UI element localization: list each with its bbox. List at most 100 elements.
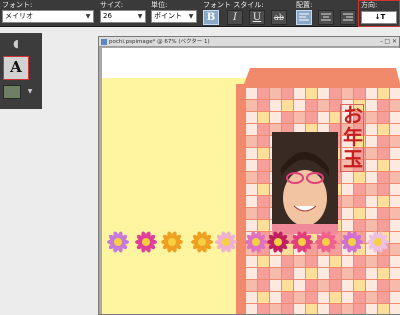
maximize-icon[interactable]: □ (384, 37, 390, 47)
checker-tile (366, 100, 377, 111)
checker-tile (354, 280, 365, 291)
align-center-button[interactable] (318, 10, 334, 25)
vertical-text-icon: ↓T (374, 13, 386, 21)
align-left-button[interactable] (296, 10, 312, 25)
color-swatch[interactable] (3, 85, 21, 99)
checker-tile (306, 280, 317, 291)
checker-tile (246, 304, 257, 314)
checker-tile (306, 304, 317, 314)
italic-button[interactable]: I (227, 10, 243, 25)
checker-tile (390, 304, 400, 314)
size-select[interactable]: 26 ▼ (100, 10, 146, 23)
minimize-icon[interactable]: – (380, 37, 383, 47)
unit-value: ポイント (154, 12, 182, 20)
checker-tile (282, 88, 293, 99)
checker-tile (258, 112, 269, 123)
checker-tile (390, 148, 400, 159)
flower-center (168, 238, 176, 246)
checker-tile (258, 100, 269, 111)
close-icon[interactable]: ✕ (392, 37, 397, 47)
checker-tile (294, 256, 305, 267)
align-left-icon (299, 13, 309, 21)
checker-tile (246, 160, 257, 171)
chevron-down-icon[interactable]: ▼ (25, 85, 35, 99)
checker-tile (258, 208, 269, 219)
checker-tile (378, 292, 389, 303)
align-right-icon (343, 13, 353, 21)
checker-tile (342, 280, 353, 291)
checker-tile (378, 100, 389, 111)
checker-tile (294, 112, 305, 123)
checker-tile (366, 172, 377, 183)
checker-tile (354, 184, 365, 195)
bold-button[interactable]: B (203, 10, 219, 25)
checker-tile (270, 304, 281, 314)
shape-tool-icon[interactable]: ◖ (3, 36, 29, 52)
checker-tile (318, 100, 329, 111)
checker-tile (390, 88, 400, 99)
align-center-icon (321, 13, 331, 21)
checker-tile (258, 196, 269, 207)
checker-tile (354, 88, 365, 99)
checker-tile (366, 280, 377, 291)
checker-tile (342, 208, 353, 219)
direction-select[interactable]: ↓T (361, 11, 397, 24)
font-select[interactable]: メイリオ ▼ (2, 10, 94, 23)
checker-tile (246, 196, 257, 207)
checker-tile (294, 292, 305, 303)
flower-center (348, 238, 356, 246)
checker-tile (258, 88, 269, 99)
checker-tile (282, 256, 293, 267)
checker-tile (318, 304, 329, 314)
text-tool-button[interactable]: A (3, 56, 29, 80)
align-right-button[interactable] (340, 10, 356, 25)
checker-tile (246, 124, 257, 135)
document-title-bar: pochi.pspimage* @ 67% (ベクター 1) – □ ✕ (99, 37, 399, 47)
checker-tile (318, 280, 329, 291)
strikethrough-button[interactable]: ab (271, 10, 287, 25)
checker-tile (330, 292, 341, 303)
checker-tile (342, 184, 353, 195)
unit-select[interactable]: ポイント ▼ (151, 10, 197, 23)
checker-tile (342, 196, 353, 207)
checker-tile (366, 292, 377, 303)
checker-tile (270, 268, 281, 279)
checker-tile (330, 256, 341, 267)
checker-tile (246, 268, 257, 279)
child-face (283, 170, 327, 226)
checker-tile (390, 136, 400, 147)
checker-tile (378, 304, 389, 314)
checker-tile (306, 100, 317, 111)
checker-tile (342, 268, 353, 279)
checker-tile (306, 292, 317, 303)
checker-tile (282, 100, 293, 111)
size-value: 26 (103, 12, 112, 20)
flower-center (374, 238, 382, 246)
checker-tile (330, 304, 341, 314)
checker-tile (390, 256, 400, 267)
checker-tile (258, 304, 269, 314)
checker-tile (378, 220, 389, 231)
checker-tile (282, 292, 293, 303)
checker-tile (378, 172, 389, 183)
checker-tile (282, 112, 293, 123)
checker-tile (282, 304, 293, 314)
envelope-label-text[interactable]: お年玉 (342, 104, 364, 170)
checker-tile (366, 160, 377, 171)
checker-tile (246, 280, 257, 291)
checker-tile (378, 112, 389, 123)
align-label: 配置: (296, 1, 313, 9)
font-label: フォント: (2, 1, 33, 9)
checker-tile (390, 112, 400, 123)
chevron-down-icon: ▼ (188, 13, 194, 20)
chevron-down-icon: ▼ (85, 13, 91, 20)
image-canvas[interactable]: お年玉 (102, 48, 400, 314)
checker-tile (246, 148, 257, 159)
direction-label: 方向: (361, 1, 378, 9)
underline-button[interactable]: U (249, 10, 265, 25)
checker-tile (246, 88, 257, 99)
checker-tile (390, 124, 400, 135)
checker-tile (390, 208, 400, 219)
checker-tile (270, 292, 281, 303)
checker-tile (246, 172, 257, 183)
